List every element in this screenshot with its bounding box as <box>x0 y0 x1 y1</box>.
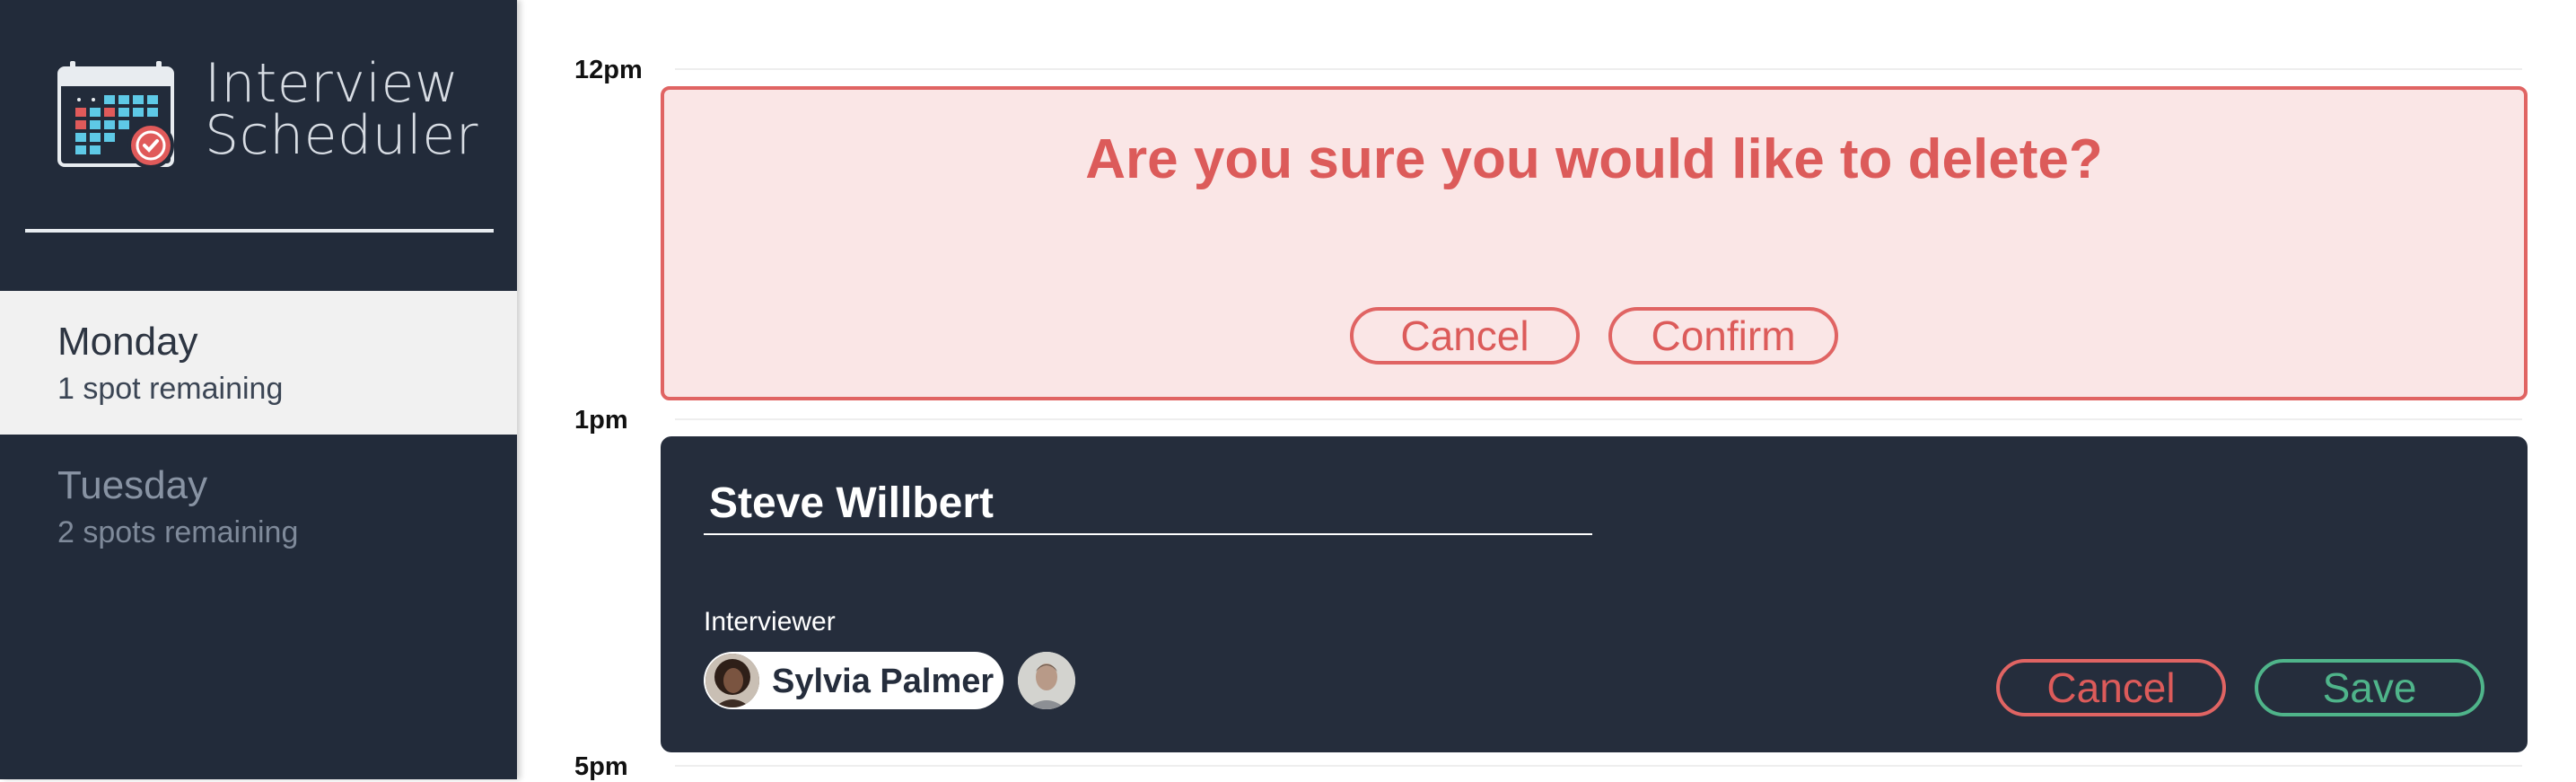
hour-separator <box>675 68 2522 70</box>
appointment-form: Interviewer Sylvia Palmer Cancel Save <box>661 436 2528 752</box>
day-name: Monday <box>57 320 198 364</box>
interviewer-avatar-option[interactable] <box>1018 652 1075 709</box>
time-label: 12pm <box>574 56 643 84</box>
day-name: Tuesday <box>57 463 208 507</box>
sidebar-divider <box>25 229 494 233</box>
save-button[interactable]: Save <box>2255 659 2484 716</box>
time-label: 1pm <box>574 406 628 435</box>
time-label: 5pm <box>574 752 628 781</box>
app-title-line2: Scheduler <box>205 104 478 167</box>
day-item-tuesday[interactable]: Tuesday 2 spots remaining <box>0 435 517 578</box>
calendar-check-icon <box>57 61 174 169</box>
interviewer-label: Interviewer <box>704 607 836 637</box>
day-spots-remaining: 1 spot remaining <box>57 372 284 406</box>
sidebar: Interview Scheduler Monday 1 spot remain… <box>0 0 517 779</box>
day-spots-remaining: 2 spots remaining <box>57 515 299 549</box>
hour-separator <box>675 765 2522 767</box>
cancel-button[interactable]: Cancel <box>1996 659 2226 716</box>
interviewer-name: Sylvia Palmer <box>772 663 994 700</box>
delete-confirmation: Are you sure you would like to delete? C… <box>661 86 2528 400</box>
student-name-input[interactable] <box>704 472 1592 535</box>
interviewer-selected[interactable]: Sylvia Palmer <box>704 652 1003 709</box>
app-title: Interview Scheduler <box>205 52 478 167</box>
interviewer-avatar <box>705 654 759 707</box>
day-item-monday[interactable]: Monday 1 spot remaining <box>0 291 517 435</box>
delete-confirmation-message: Are you sure you would like to delete? <box>1085 128 2103 190</box>
hour-separator <box>675 418 2522 420</box>
cancel-delete-button[interactable]: Cancel <box>1350 307 1580 365</box>
app-title-line1: Interview <box>205 52 460 115</box>
confirm-delete-button[interactable]: Confirm <box>1608 307 1838 365</box>
